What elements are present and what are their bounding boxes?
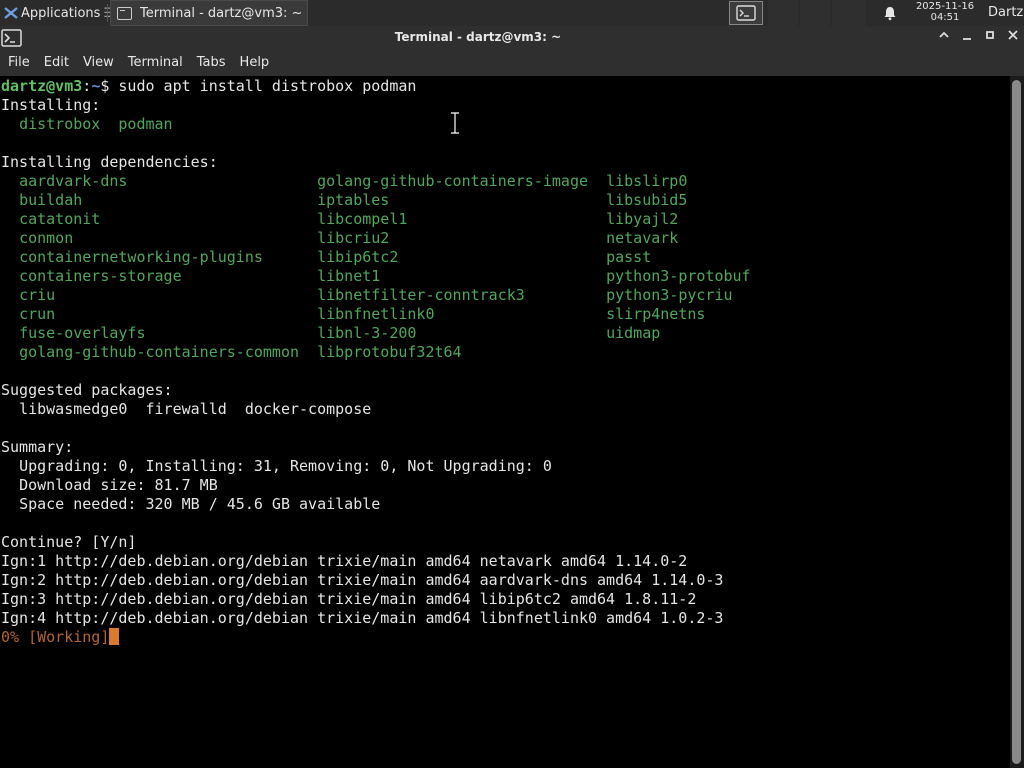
dependency-package: crun [19, 305, 56, 323]
installing-header: Installing: [1, 96, 101, 114]
shade-up-icon[interactable] [935, 29, 953, 47]
progress-status: 0% [Working] [1, 628, 110, 646]
window-titlebar[interactable]: Terminal - dartz@vm3: ~ [0, 26, 1024, 50]
dependency-package: python3-pycriu [606, 286, 733, 304]
dependency-package: libip6tc2 [317, 248, 399, 266]
close-icon[interactable] [1004, 29, 1022, 47]
text-cursor-ibeam-icon [451, 112, 459, 134]
workspace-1-button[interactable] [729, 1, 763, 25]
workspace-3-button[interactable] [800, 0, 830, 26]
menu-edit[interactable]: Edit [37, 50, 76, 76]
panel-separator [107, 4, 108, 22]
menu-terminal[interactable]: Terminal [121, 50, 190, 76]
workspace-2-button[interactable] [768, 0, 798, 26]
package-name: distrobox [19, 115, 101, 133]
terminal-scrollbar[interactable] [1010, 76, 1024, 768]
taskbar-terminal-label: Terminal - dartz@vm3: ~ [140, 5, 303, 21]
summary-line: Upgrading: 0, Installing: 31, Removing: … [19, 457, 552, 475]
dependency-package: libsubid5 [606, 191, 688, 209]
applications-menu-button[interactable]: Applications ☰ [0, 0, 115, 26]
scrollbar-thumb[interactable] [1012, 80, 1021, 764]
maximize-icon[interactable] [981, 29, 999, 47]
package-name: podman [118, 115, 173, 133]
dependency-package: libnet1 [317, 267, 381, 285]
menu-bar: File Edit View Terminal Tabs Help [0, 50, 1024, 76]
menu-help[interactable]: Help [233, 50, 277, 76]
terminal-text: dartz@vm3:~$ sudo apt install distrobox … [1, 77, 751, 646]
dependency-package: libnfnetlink0 [317, 305, 435, 323]
minimize-icon[interactable] [958, 29, 976, 47]
prompt-user: dartz@vm3 [1, 77, 83, 95]
summary-line: Download size: 81.7 MB [19, 476, 218, 494]
notification-bell-icon[interactable] [882, 5, 898, 21]
dependency-package: libprotobuf32t64 [317, 343, 462, 361]
summary-header: Summary: [1, 438, 74, 456]
prompt-path: ~ [91, 77, 101, 95]
dependency-package: libyajl2 [606, 210, 679, 228]
dependency-package: uidmap [606, 324, 661, 342]
suggested-header: Suggested packages: [1, 381, 173, 399]
continue-prompt: Continue? [Y/n] [1, 533, 137, 551]
dependency-package: containers-storage [19, 267, 182, 285]
suggested-package: libwasmedge0 [19, 400, 128, 418]
dependency-package: libslirp0 [606, 172, 688, 190]
menu-tabs[interactable]: Tabs [190, 50, 233, 76]
dependency-package: criu [19, 286, 56, 304]
terminal-window-icon [117, 6, 132, 20]
dependency-package: libcriu2 [317, 229, 390, 247]
dependency-package: python3-protobuf [606, 267, 751, 285]
apt-ign-line: Ign:1 http://deb.debian.org/debian trixi… [1, 552, 688, 570]
command-text: sudo apt install distrobox podman [118, 77, 417, 95]
dependency-package: iptables [317, 191, 390, 209]
dependency-package: libnetfilter-conntrack3 [317, 286, 525, 304]
apt-ign-line: Ign:2 http://deb.debian.org/debian trixi… [1, 571, 724, 589]
taskbar-terminal-button[interactable]: Terminal - dartz@vm3: ~ [110, 0, 308, 26]
menu-file[interactable]: File [1, 50, 37, 76]
dependency-package: buildah [19, 191, 83, 209]
dependency-package: containernetworking-plugins [19, 248, 263, 266]
dependency-package: netavark [606, 229, 679, 247]
clock-time: 04:51 [930, 12, 960, 23]
dependency-package: libcompel1 [317, 210, 408, 228]
apt-ign-line: Ign:4 http://deb.debian.org/debian trixi… [1, 609, 724, 627]
xfce-logo-icon [4, 7, 18, 19]
dependency-package: libnl-3-200 [317, 324, 417, 342]
terminal-block-cursor [109, 628, 120, 645]
dependency-package: golang-github-containers-common [19, 343, 300, 361]
dependency-package: passt [606, 248, 652, 266]
window-title: Terminal - dartz@vm3: ~ [394, 30, 562, 44]
workspace-4-button[interactable] [832, 0, 866, 26]
menu-view[interactable]: View [76, 50, 121, 76]
terminal-output[interactable]: dartz@vm3:~$ sudo apt install distrobox … [0, 76, 1010, 768]
dependency-package: fuse-overlayfs [19, 324, 146, 342]
summary-line: Space needed: 320 MB / 45.6 GB available [19, 495, 381, 513]
suggested-package: firewalld [145, 400, 227, 418]
suggested-package: docker-compose [244, 400, 372, 418]
apt-ign-line: Ign:3 http://deb.debian.org/debian trixi… [1, 590, 697, 608]
applications-label: Applications [21, 5, 101, 21]
top-panel: Applications ☰ Terminal - dartz@vm3: ~ 2… [0, 0, 1024, 26]
dependency-package: aardvark-dns [19, 172, 128, 190]
terminal-icon [736, 5, 756, 21]
dependency-package: slirp4netns [606, 305, 706, 323]
dependency-package: conmon [19, 229, 74, 247]
panel-clock[interactable]: 2025-11-16 04:51 [912, 1, 978, 23]
user-menu[interactable]: Dartz [988, 0, 1023, 26]
dependency-package: golang-github-containers-image [317, 172, 589, 190]
deps-header: Installing dependencies: [1, 153, 218, 171]
dependency-package: catatonit [19, 210, 101, 228]
clock-date: 2025-11-16 [915, 1, 975, 12]
